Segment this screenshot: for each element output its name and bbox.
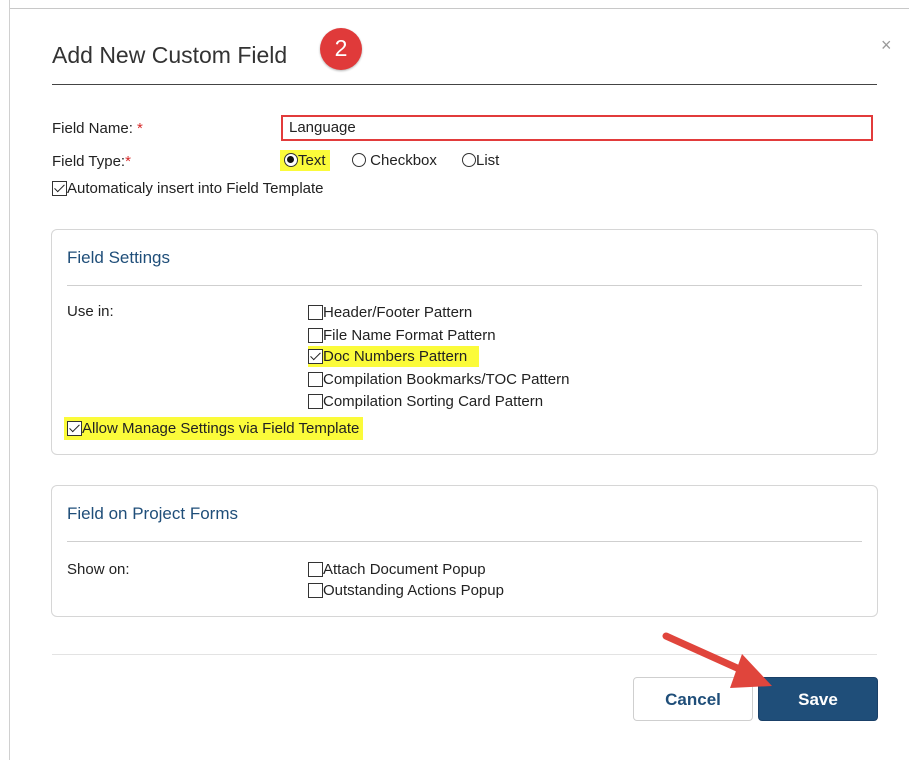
checkbox-icon[interactable] [308, 305, 323, 320]
required-mark: * [137, 120, 143, 137]
allow-manage-label: Allow Manage Settings via Field Template [82, 420, 360, 437]
auto-insert-label: Automaticaly insert into Field Template [67, 180, 324, 197]
checkbox-icon[interactable] [308, 372, 323, 387]
radio-text-label: Text [298, 152, 326, 169]
show-on-option-label: Attach Document Popup [323, 561, 486, 578]
auto-insert-checkbox[interactable]: Automaticaly insert into Field Template [52, 180, 324, 197]
use-in-option-label: Compilation Bookmarks/TOC Pattern [323, 371, 570, 388]
project-forms-title: Field on Project Forms [67, 504, 238, 523]
show-on-outstanding-actions[interactable]: Outstanding Actions Popup [308, 582, 504, 599]
radio-selected-icon[interactable] [284, 153, 298, 167]
checkbox-checked-icon[interactable] [308, 349, 323, 364]
checkbox-icon[interactable] [308, 583, 323, 598]
radio-icon[interactable] [352, 153, 366, 167]
field-settings-panel: Field Settings Use in: Header/Footer Pat… [51, 229, 878, 455]
show-on-option-label: Outstanding Actions Popup [323, 582, 504, 599]
field-name-label-text: Field Name: [52, 120, 133, 137]
field-type-label-text: Field Type: [52, 153, 126, 170]
show-on-attach-document[interactable]: Attach Document Popup [308, 561, 486, 578]
show-on-label: Show on: [67, 561, 130, 578]
use-in-compilation-sorting[interactable]: Compilation Sorting Card Pattern [308, 393, 543, 410]
checkbox-icon[interactable] [308, 562, 323, 577]
radio-checkbox[interactable]: Checkbox [352, 152, 437, 169]
radio-list-label: List [476, 152, 500, 169]
checkbox-icon[interactable] [308, 394, 323, 409]
use-in-option-label: File Name Format Pattern [323, 327, 496, 344]
radio-checkbox-label: Checkbox [370, 152, 437, 169]
close-icon[interactable]: × [881, 35, 892, 56]
checkbox-icon[interactable] [308, 328, 323, 343]
window-edge-top [10, 0, 909, 9]
checkbox-checked-icon[interactable] [52, 181, 67, 196]
field-name-input[interactable]: Language [281, 115, 873, 141]
use-in-header-footer[interactable]: Header/Footer Pattern [308, 304, 472, 321]
panel-divider [67, 285, 862, 286]
use-in-label: Use in: [67, 303, 114, 320]
checkbox-checked-icon[interactable] [67, 421, 82, 436]
annotation-arrow-icon [662, 632, 772, 688]
window-edge-left [0, 0, 10, 760]
project-forms-panel: Field on Project Forms Show on: Attach D… [51, 485, 878, 617]
use-in-doc-numbers[interactable]: Doc Numbers Pattern [308, 346, 480, 367]
panel-divider [67, 541, 862, 542]
use-in-option-label: Compilation Sorting Card Pattern [323, 393, 544, 410]
required-mark: * [125, 153, 131, 170]
field-type-label: Field Type:* [52, 153, 131, 170]
use-in-option-label: Doc Numbers Pattern [323, 348, 468, 365]
radio-icon[interactable] [462, 153, 476, 167]
title-divider [52, 84, 877, 85]
step-badge: 2 [320, 28, 362, 70]
radio-text[interactable]: Text [280, 150, 330, 171]
allow-manage-settings-checkbox[interactable]: Allow Manage Settings via Field Template [64, 417, 364, 440]
use-in-compilation-bookmarks[interactable]: Compilation Bookmarks/TOC Pattern [308, 371, 569, 388]
use-in-file-name-format[interactable]: File Name Format Pattern [308, 327, 496, 344]
dialog-title: Add New Custom Field [52, 42, 288, 68]
radio-list[interactable]: List [462, 152, 499, 169]
field-name-label: Field Name: * [52, 120, 143, 137]
use-in-option-label: Header/Footer Pattern [323, 304, 473, 321]
field-settings-title: Field Settings [67, 248, 170, 267]
